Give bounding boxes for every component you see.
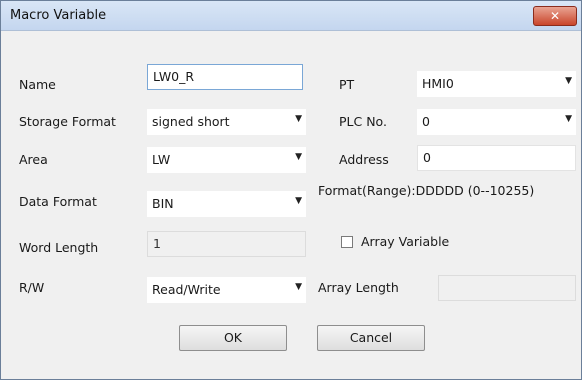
data-format-label: Data Format	[19, 194, 97, 209]
ok-button[interactable]: OK	[179, 325, 287, 351]
format-range-text: Format(Range):DDDDD (0--10255)	[318, 183, 535, 198]
rw-value: Read/Write	[152, 282, 221, 297]
plc-no-select[interactable]: 0 ▼	[417, 109, 576, 135]
rw-select[interactable]: Read/Write ▼	[147, 277, 306, 303]
close-button[interactable]: ✕	[533, 6, 577, 26]
title-bar[interactable]: Macro Variable ✕	[1, 1, 581, 31]
plc-no-value: 0	[422, 114, 430, 129]
chevron-down-icon: ▼	[295, 282, 302, 292]
name-input[interactable]: LW0_R	[147, 64, 303, 90]
area-value: LW	[152, 152, 171, 167]
storage-format-select[interactable]: signed short ▼	[147, 109, 306, 135]
plc-no-label: PLC No.	[339, 114, 387, 129]
chevron-down-icon: ▼	[295, 196, 302, 206]
storage-format-label: Storage Format	[19, 114, 116, 129]
word-length-field: 1	[147, 231, 306, 257]
chevron-down-icon: ▼	[565, 114, 572, 124]
array-variable-label[interactable]: Array Variable	[361, 234, 449, 249]
close-icon: ✕	[549, 9, 561, 23]
area-label: Area	[19, 152, 48, 167]
chevron-down-icon: ▼	[565, 76, 572, 86]
dialog-title: Macro Variable	[10, 8, 107, 23]
chevron-down-icon: ▼	[295, 152, 302, 162]
cancel-button[interactable]: Cancel	[317, 325, 425, 351]
chevron-down-icon: ▼	[295, 114, 302, 124]
name-label: Name	[19, 77, 56, 92]
data-format-value: BIN	[152, 196, 174, 211]
pt-label: PT	[339, 77, 355, 92]
macro-variable-dialog: Macro Variable ✕ Name Storage Format Are…	[0, 0, 582, 380]
rw-label: R/W	[19, 280, 45, 295]
word-length-label: Word Length	[19, 240, 99, 255]
address-input[interactable]: 0	[417, 145, 576, 171]
array-variable-checkbox[interactable]	[341, 236, 353, 248]
array-length-field	[438, 275, 576, 301]
pt-select[interactable]: HMI0 ▼	[417, 71, 576, 97]
storage-format-value: signed short	[152, 114, 230, 129]
array-length-label: Array Length	[318, 280, 399, 295]
area-select[interactable]: LW ▼	[147, 147, 306, 173]
pt-value: HMI0	[422, 76, 454, 91]
address-label: Address	[339, 152, 389, 167]
data-format-select[interactable]: BIN ▼	[147, 191, 306, 217]
